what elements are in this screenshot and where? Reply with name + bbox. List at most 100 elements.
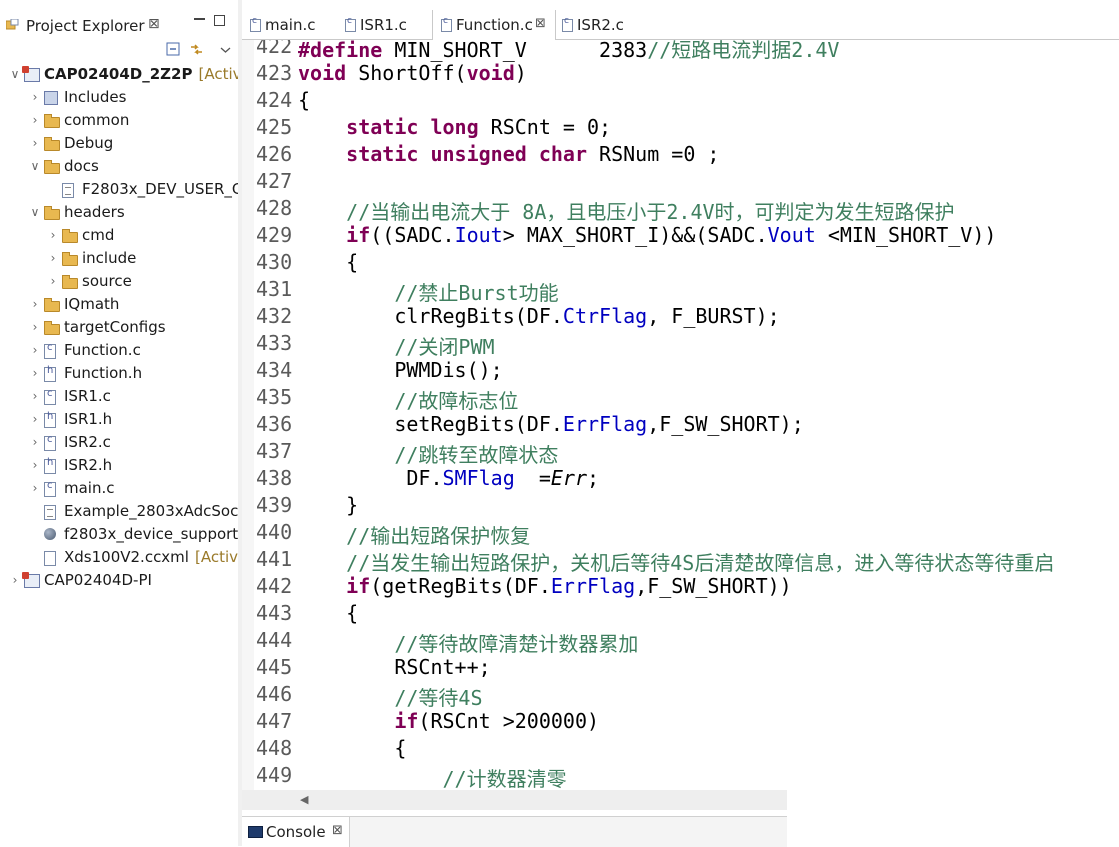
chevron-right-icon[interactable]: › [10, 573, 20, 587]
code-text: static unsigned char RSNum =0 ; [298, 142, 719, 166]
code-line[interactable]: 447 if(RSCnt >200000) [242, 709, 1119, 736]
editor-tab[interactable]: Function.c⊠ [432, 10, 556, 40]
chevron-right-icon[interactable]: › [30, 366, 40, 380]
link-with-editor-icon[interactable] [189, 42, 204, 57]
close-icon[interactable]: ⊠ [332, 823, 343, 838]
code-line[interactable]: 429 if((SADC.Iout> MAX_SHORT_I)&&(SADC.V… [242, 223, 1119, 250]
view-menu-icon[interactable] [218, 42, 233, 57]
code-line[interactable]: 435 //故障标志位 [242, 385, 1119, 413]
code-text: //当发生输出短路保护，关机后等待4S后清楚故障信息，进入等待状态等待重启 [298, 547, 1054, 576]
tree-item[interactable]: Example_2803xAdcSoc. [0, 500, 238, 523]
code-line[interactable]: 423 void ShortOff(void) [242, 61, 1119, 88]
tree-item[interactable]: › Function.h [0, 362, 238, 385]
tree-item[interactable]: F2803x_DEV_USER_G [0, 178, 238, 201]
tree-item[interactable]: › CAP02404D-PI [0, 569, 238, 592]
chevron-right-icon[interactable]: › [30, 320, 40, 334]
chevron-right-icon[interactable]: › [30, 389, 40, 403]
chevron-right-icon[interactable]: › [48, 274, 58, 288]
editor-tab[interactable]: ISR1.c [337, 10, 432, 39]
explorer-title: Project Explorer [26, 17, 145, 35]
chevron-right-icon[interactable]: › [30, 458, 40, 472]
editor-tab[interactable]: ISR2.c [554, 10, 654, 39]
c-file-icon [44, 342, 56, 359]
code-text: //输出短路保护恢复 [298, 520, 530, 549]
horizontal-scrollbar[interactable]: ◀ [242, 790, 787, 810]
code-line[interactable]: 445 RSCnt++; [242, 655, 1119, 682]
tree-item[interactable]: › Includes [0, 86, 238, 109]
code-line[interactable]: 436 setRegBits(DF.ErrFlag,F_SW_SHORT); [242, 412, 1119, 439]
code-line[interactable]: 422 #define MIN_SHORT_V 2383//短路电流判据2.4V [242, 40, 1119, 62]
chevron-right-icon[interactable]: › [30, 481, 40, 495]
chevron-right-icon[interactable]: › [48, 251, 58, 265]
chevron-down-icon[interactable]: ∨ [30, 205, 40, 219]
tree-item[interactable]: › Function.c [0, 339, 238, 362]
line-number: 423 [256, 61, 293, 85]
code-line[interactable]: 438 DF.SMFlag =Err; [242, 466, 1119, 493]
chevron-right-icon[interactable]: › [30, 343, 40, 357]
code-line[interactable]: 430 { [242, 250, 1119, 277]
code-line[interactable]: 449 //计数器清零 [242, 763, 1119, 790]
code-token: { [298, 88, 311, 112]
tree-item[interactable]: › ISR2.c [0, 431, 238, 454]
tree-item-name: ISR1.h [64, 410, 113, 428]
code-line[interactable]: 439 } [242, 493, 1119, 520]
chevron-right-icon[interactable]: › [30, 297, 40, 311]
code-line[interactable]: 446 //等待4S [242, 682, 1119, 710]
chevron-down-icon[interactable]: ∨ [10, 67, 20, 81]
tree-item[interactable]: › source [0, 270, 238, 293]
chevron-right-icon[interactable]: › [30, 113, 40, 127]
chevron-right-icon[interactable]: › [48, 228, 58, 242]
line-number: 430 [256, 250, 293, 274]
tree-item[interactable]: › common [0, 109, 238, 132]
tree-item[interactable]: f2803x_device_support [0, 523, 238, 546]
code-line[interactable]: 443 { [242, 601, 1119, 628]
tree-item[interactable]: ∨ headers [0, 201, 238, 224]
tree-item[interactable]: › targetConfigs [0, 316, 238, 339]
code-line[interactable]: 444 //等待故障清楚计数器累加 [242, 628, 1119, 656]
tree-item[interactable]: › include [0, 247, 238, 270]
chevron-right-icon[interactable]: › [30, 90, 40, 104]
close-icon[interactable]: ⊠ [535, 16, 546, 31]
tree-item[interactable]: ∨ CAP02404D_2Z2P [Active [0, 63, 238, 86]
code-line[interactable]: 440 //输出短路保护恢复 [242, 520, 1119, 549]
code-line[interactable]: 442 if(getRegBits(DF.ErrFlag,F_SW_SHORT)… [242, 574, 1119, 601]
explorer-tab[interactable]: Project Explorer ⊠ [0, 10, 238, 40]
chevron-down-icon[interactable]: ∨ [30, 159, 40, 173]
tree-item[interactable]: ∨ docs [0, 155, 238, 178]
code-line[interactable]: 427 [242, 169, 1119, 196]
collapse-all-icon[interactable] [166, 42, 181, 57]
code-line[interactable]: 428 //当输出电流大于 8A，且电压小于2.4V时，可判定为发生短路保护 [242, 196, 1119, 224]
chevron-right-icon[interactable]: › [30, 435, 40, 449]
code-text: { [298, 736, 406, 760]
tree-item[interactable]: › cmd [0, 224, 238, 247]
tree-item[interactable]: › IQmath [0, 293, 238, 316]
tree-item[interactable]: Xds100V2.ccxml [Active [0, 546, 238, 569]
code-line[interactable]: 431 //禁止Burst功能 [242, 277, 1119, 305]
code-line[interactable]: 448 { [242, 736, 1119, 763]
code-line[interactable]: 424{ [242, 88, 1119, 115]
tree-item[interactable]: › ISR1.c [0, 385, 238, 408]
close-icon[interactable]: ⊠ [148, 16, 160, 32]
code-line[interactable]: 426 static unsigned char RSNum =0 ; [242, 142, 1119, 169]
tree-item[interactable]: › ISR1.h [0, 408, 238, 431]
chevron-right-icon[interactable]: › [30, 136, 40, 150]
line-number: 443 [256, 601, 293, 625]
tree-item-label: ISR2.h [64, 456, 112, 474]
tree-item[interactable]: › main.c [0, 477, 238, 500]
code-line[interactable]: 437 //跳转至故障状态 [242, 439, 1119, 467]
code-editor[interactable]: 422 #define MIN_SHORT_V 2383//短路电流判据2.4V 4… [242, 40, 1119, 790]
code-line[interactable]: 432 clrRegBits(DF.CtrFlag, F_BURST); [242, 304, 1119, 331]
tree-item[interactable]: › Debug [0, 132, 238, 155]
chevron-right-icon[interactable]: › [30, 412, 40, 426]
code-line[interactable]: 434 PWMDis(); [242, 358, 1119, 385]
scroll-left-icon[interactable]: ◀ [300, 793, 308, 806]
minimize-icon[interactable] [194, 18, 205, 20]
code-line[interactable]: 433 //关闭PWM [242, 331, 1119, 359]
code-line[interactable]: 441 //当发生输出短路保护，关机后等待4S后清楚故障信息，进入等待状态等待重… [242, 547, 1119, 576]
editor-tab[interactable]: main.c [242, 10, 337, 39]
code-line[interactable]: 425 static long RSCnt = 0; [242, 115, 1119, 142]
console-tab[interactable]: Console ⊠ [242, 817, 350, 847]
maximize-icon[interactable] [214, 15, 225, 26]
tree-item[interactable]: › ISR2.h [0, 454, 238, 477]
empty-area [787, 790, 1119, 846]
